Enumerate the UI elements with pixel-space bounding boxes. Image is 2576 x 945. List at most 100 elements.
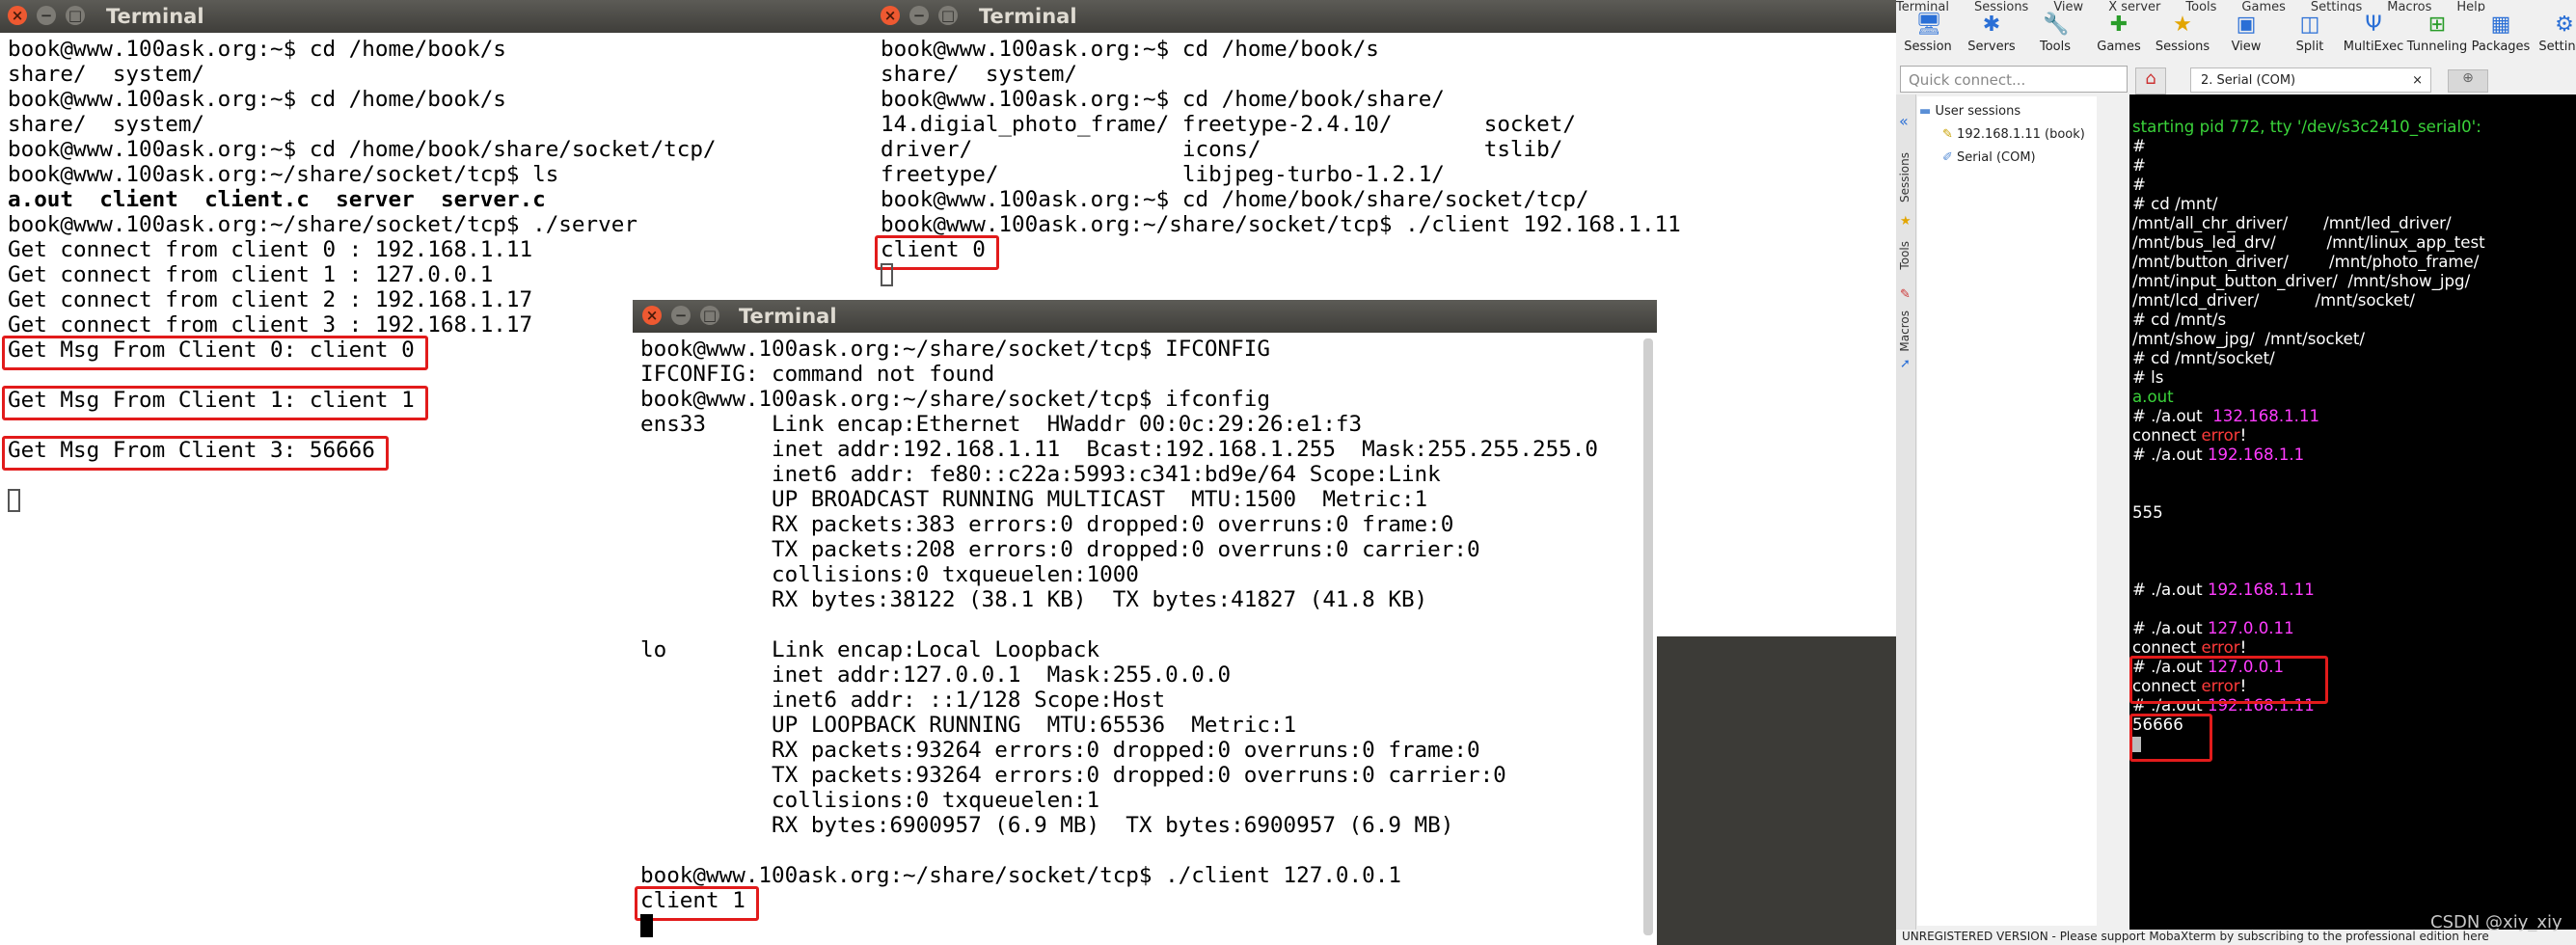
highlight-box (2129, 656, 2328, 704)
toolbar-button-servers[interactable]: ✱ Servers (1960, 12, 2023, 55)
serial-line: /mnt/show_jpg/ /mnt/socket/ (2132, 330, 2365, 349)
serial-line: # ./a.out 192.168.1.11 (2132, 580, 2315, 600)
serial-text: 127.0.0.11 (2207, 619, 2294, 637)
terminal-output[interactable]: book@www.100ask.org:~/share/socket/tcp$ … (633, 333, 1657, 945)
sessions-tree[interactable]: ▬ User sessions ✎ 192.168.1.11 (book) ✐ … (1917, 96, 2097, 926)
toolbar-button-sessions[interactable]: ★ Sessions (2151, 12, 2214, 55)
terminal-line: UP LOOPBACK RUNNING MTU:65536 Metric:1 (640, 713, 1297, 738)
terminal-line: RX bytes:6900957 (6.9 MB) TX bytes:69009… (640, 813, 1454, 838)
tools-icon: 🔧 (2043, 13, 2070, 37)
session-icon: 🖥 (1915, 13, 1942, 37)
collapse-icon[interactable]: « (1899, 112, 1909, 130)
mobaxterm-window[interactable]: Terminal Sessions View X server Tools Games Se… (1896, 0, 2576, 945)
session-item-serial[interactable]: ✐ Serial (COM) (1942, 150, 2036, 165)
serial-text: # ./a.out (2132, 446, 2208, 464)
maximize-icon[interactable]: □ (938, 6, 958, 25)
terminal-line: book@www.100ask.org:~$ cd /home/book/s (8, 87, 506, 112)
side-tab-tools[interactable]: Tools (1898, 241, 1912, 270)
serial-text: # cd /mnt/s (2132, 310, 2227, 329)
menu-bar[interactable]: Terminal Sessions View X server Tools Games Se… (1896, 0, 2576, 12)
toolbar-button-settings[interactable]: ⚙ Settings (2533, 12, 2576, 55)
serial-text: # (2132, 176, 2146, 194)
close-icon[interactable]: × (8, 6, 27, 25)
toolbar-button-multiexec[interactable]: Ψ MultiExec (2342, 12, 2405, 55)
terminal-titlebar[interactable]: × − □ Terminal (0, 0, 873, 33)
toolbar-label: Settings (2538, 40, 2576, 54)
menu-item[interactable]: Help (2456, 0, 2485, 12)
serial-line: /mnt/button_driver/ /mnt/photo_frame/ (2132, 253, 2479, 272)
text-cursor (2132, 737, 2141, 752)
side-tab-sessions[interactable]: Sessions (1898, 152, 1912, 202)
highlight-box (875, 235, 999, 270)
close-icon[interactable]: × (881, 6, 900, 25)
terminal-titlebar[interactable]: × − □ Terminal (633, 300, 1657, 333)
highlight-box (635, 886, 759, 921)
watermark: CSDN @xiy_xiy (2430, 912, 2562, 932)
menu-item[interactable]: View (2053, 0, 2083, 12)
terminal-scrollbar[interactable] (1643, 338, 1653, 935)
terminal-line: 14.digial_photo_frame/ freetype-2.4.10/ … (881, 112, 1576, 137)
side-tab-macros[interactable]: Macros (1898, 310, 1912, 352)
serial-text: /mnt/lcd_driver/ /mnt/socket/ (2132, 291, 2415, 310)
macros-icon: ➚ (1900, 357, 1911, 371)
ls-item: client (99, 187, 178, 212)
minimize-icon[interactable]: − (671, 306, 691, 325)
serial-text: starting pid 772, tty '/dev/s3c2410_seri… (2132, 118, 2481, 136)
menu-item[interactable]: Terminal (1896, 0, 1949, 12)
tab-serial-com[interactable]: 2. Serial (COM) × (2190, 68, 2431, 93)
highlight-box (2129, 714, 2212, 762)
menu-item[interactable]: Macros (2387, 0, 2431, 12)
serial-text: # (2132, 156, 2146, 175)
toolbar-label: Games (2097, 40, 2141, 54)
minimize-icon[interactable]: − (909, 6, 929, 25)
serial-text: ! (2239, 426, 2247, 445)
ssh-key-icon: ✎ (1942, 127, 1953, 142)
quick-connect-input[interactable]: Quick connect... (1900, 66, 2128, 93)
serial-line: /mnt/bus_led_drv/ /mnt/linux_app_test (2132, 233, 2485, 253)
toolbar-button-games[interactable]: ✚ Games (2087, 12, 2151, 55)
toolbar[interactable]: 🖥 Session ✱ Servers 🔧 Tools ✚ Games ★ Sessions ▣ Vi… (1896, 12, 2576, 64)
menu-item[interactable]: Settings (2311, 0, 2362, 12)
toolbar-button-packages[interactable]: ▦ Packages (2469, 12, 2533, 55)
view-icon: ▣ (2236, 13, 2257, 37)
serial-line: # cd /mnt/s (2132, 310, 2226, 330)
maximize-icon[interactable]: □ (700, 306, 719, 325)
toolbar-label: Tunneling (2406, 40, 2468, 54)
menu-item[interactable]: X server (2108, 0, 2160, 12)
tunneling-icon: ⊞ (2427, 13, 2447, 37)
serial-line: 555 (2132, 503, 2163, 523)
terminal-line: book@www.100ask.org:~/share/socket/tcp$ … (640, 337, 1270, 362)
serial-line: # (2132, 137, 2146, 156)
terminal-line: driver/ icons/ tslib/ (881, 137, 1563, 162)
home-tab-icon[interactable]: ⌂ (2135, 68, 2166, 94)
terminal-line: IFCONFIG: command not found (640, 362, 995, 387)
user-sessions-folder[interactable]: ▬ User sessions (1919, 104, 2020, 119)
close-icon[interactable]: × (642, 306, 662, 325)
new-tab-icon[interactable]: ⊕ (2448, 69, 2488, 93)
toolbar-button-tools[interactable]: 🔧 Tools (2023, 12, 2087, 55)
close-icon[interactable]: × (2412, 68, 2423, 94)
ls-item: server.c (440, 187, 546, 212)
toolbar-label: Sessions (2155, 40, 2210, 54)
terminal-line: collisions:0 txqueuelen:1 (640, 788, 1100, 813)
serial-terminal-output[interactable]: starting pid 772, tty '/dev/s3c2410_seri… (2129, 94, 2576, 930)
serial-text: error (2201, 638, 2240, 657)
terminal-titlebar[interactable]: × − □ Terminal (873, 0, 1896, 33)
serial-line: /mnt/lcd_driver/ /mnt/socket/ (2132, 291, 2415, 310)
serial-text: # ./a.out (2132, 619, 2208, 637)
terminal-line: UP BROADCAST RUNNING MULTICAST MTU:1500 … (640, 487, 1428, 512)
menu-item[interactable]: Tools (2185, 0, 2216, 12)
toolbar-button-view[interactable]: ▣ View (2214, 12, 2278, 55)
terminal-line: inet addr:127.0.0.1 Mask:255.0.0.0 (640, 662, 1232, 688)
menu-item[interactable]: Sessions (1974, 0, 2028, 12)
minimize-icon[interactable]: − (37, 6, 56, 25)
maximize-icon[interactable]: □ (66, 6, 85, 25)
terminal-window-client1[interactable]: × − □ Terminal book@www.100ask.org:~/sha… (633, 300, 1657, 945)
toolbar-button-split[interactable]: ◫ Split (2278, 12, 2342, 55)
terminal-line: book@www.100ask.org:~$ cd /home/book/s (881, 37, 1379, 62)
toolbar-button-session[interactable]: 🖥 Session (1896, 12, 1960, 55)
terminal-line: book@www.100ask.org:~/share/socket/tcp$ … (8, 212, 637, 237)
menu-item[interactable]: Games (2241, 0, 2285, 12)
session-item-ssh[interactable]: ✎ 192.168.1.11 (book) (1942, 127, 2085, 142)
toolbar-button-tunneling[interactable]: ⊞ Tunneling (2405, 12, 2469, 55)
